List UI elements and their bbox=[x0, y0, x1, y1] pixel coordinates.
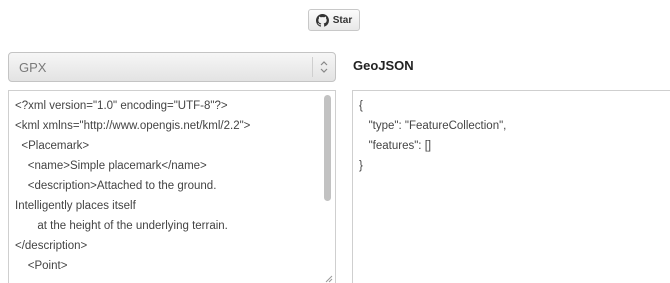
select-arrows-icon bbox=[320, 61, 328, 73]
input-textarea[interactable]: <?xml version="1.0" encoding="UTF-8"?> <k… bbox=[8, 90, 336, 283]
input-scrollbar-thumb[interactable] bbox=[324, 95, 331, 201]
output-line: { bbox=[359, 100, 363, 112]
select-divider bbox=[312, 57, 313, 77]
input-format-value: GPX bbox=[19, 60, 47, 75]
input-text: <?xml version="1.0" encoding="UTF-8"?> <k… bbox=[15, 96, 250, 276]
input-line: <Point> bbox=[15, 260, 68, 272]
input-line: <kml xmlns="http://www.opengis.net/kml/2… bbox=[15, 120, 251, 132]
output-textarea[interactable]: { "type": "FeatureCollection", "features… bbox=[352, 90, 670, 283]
page: Star GPX GeoJSON <?xml version="1.0" enc… bbox=[0, 0, 670, 283]
input-line: <name>Simple placemark</name> bbox=[15, 160, 207, 172]
output-line: "features": [] bbox=[359, 140, 432, 152]
input-scrollbar[interactable] bbox=[324, 95, 331, 265]
star-button-label: Star bbox=[332, 14, 353, 26]
resize-grip-icon[interactable] bbox=[323, 273, 333, 283]
output-format-title: GeoJSON bbox=[353, 58, 414, 73]
output-line: } bbox=[359, 160, 363, 172]
github-star-button[interactable]: Star bbox=[308, 9, 360, 31]
input-line: </description> bbox=[15, 240, 88, 252]
github-icon bbox=[315, 13, 329, 27]
input-format-select[interactable]: GPX bbox=[8, 52, 336, 82]
output-text: { "type": "FeatureCollection", "features… bbox=[359, 96, 506, 176]
input-line: <description>Attached to the ground. bbox=[15, 180, 217, 192]
input-line: Intelligently places itself bbox=[15, 200, 136, 212]
output-line: "type": "FeatureCollection", bbox=[359, 120, 507, 132]
input-line: <Placemark> bbox=[15, 140, 90, 152]
input-line: at the height of the underlying terrain. bbox=[15, 220, 228, 232]
input-line: <?xml version="1.0" encoding="UTF-8"?> bbox=[15, 100, 228, 112]
